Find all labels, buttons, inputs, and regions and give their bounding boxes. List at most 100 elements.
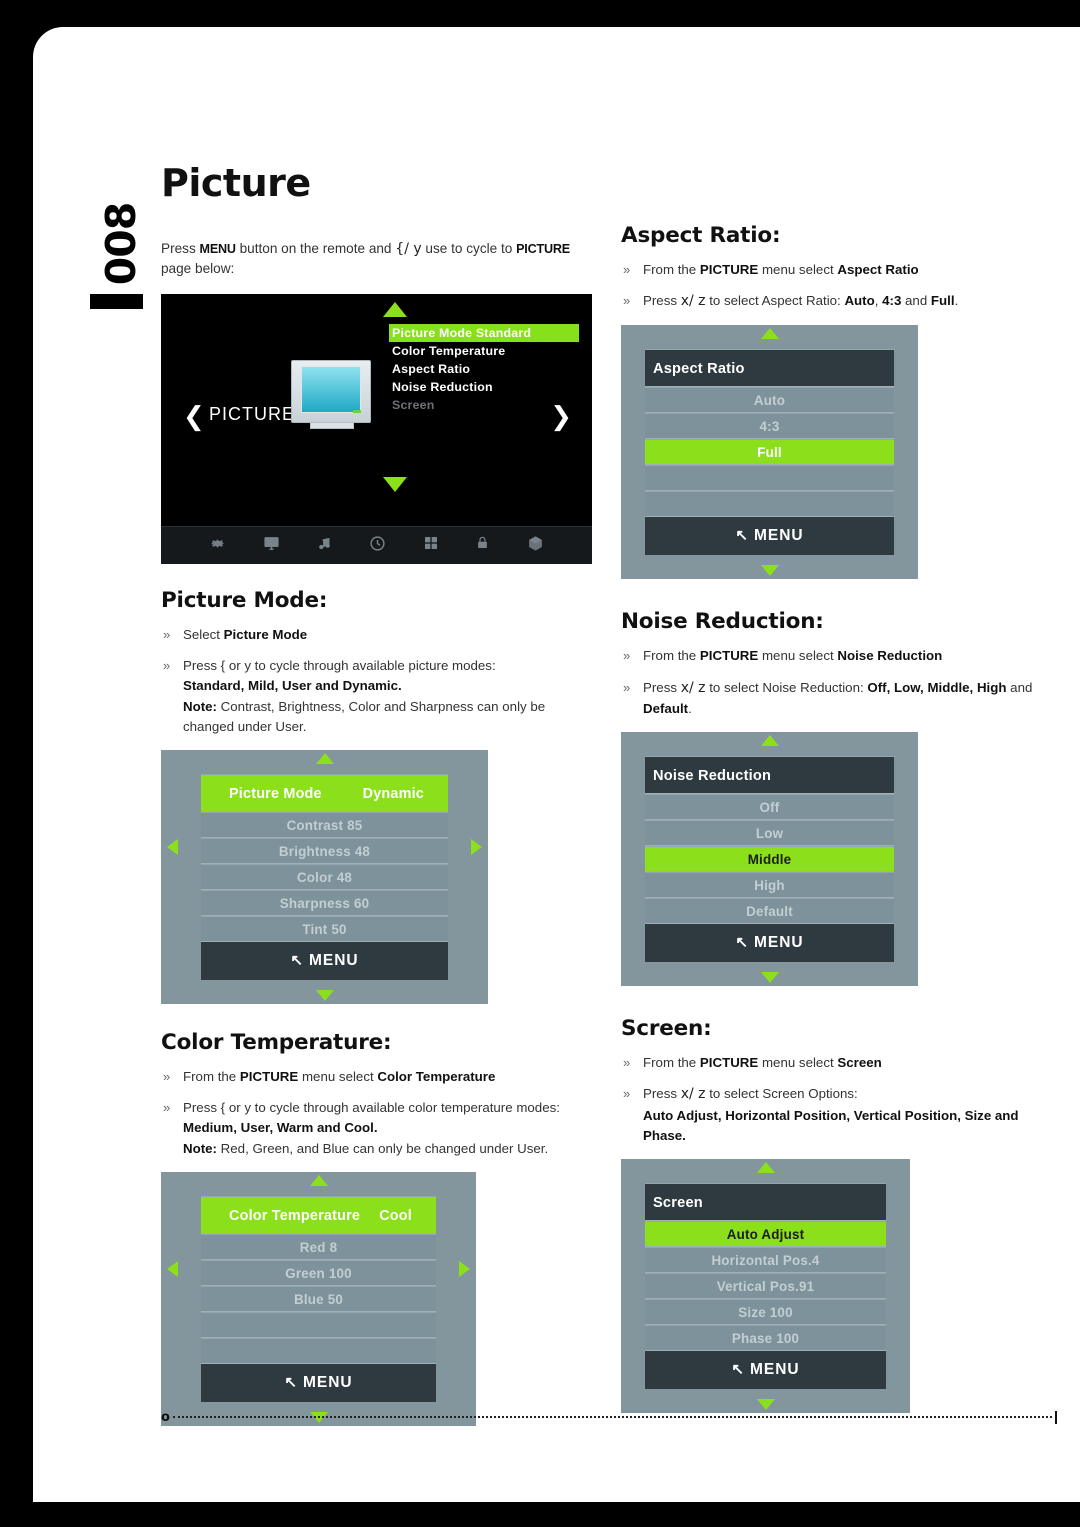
lock-icon[interactable]	[475, 535, 490, 556]
panel-down-arrow-icon	[760, 565, 779, 577]
back-arrow-icon: ↖	[284, 1373, 298, 1391]
panel-menu-button[interactable]: ↖ MENU	[645, 924, 894, 963]
panel-row-tint[interactable]: Tint 50	[201, 916, 448, 943]
panel-row-empty-1	[645, 465, 894, 492]
list-item: From the PICTURE menu select Screen	[621, 1053, 1041, 1073]
intro-menu-key: MENU	[199, 242, 236, 256]
panel-up-arrow-icon	[760, 328, 779, 340]
bullet-bold: Picture Mode	[223, 627, 308, 642]
footer-start-mark: o	[161, 1409, 170, 1425]
intro-mid2: use to cycle to	[421, 241, 517, 256]
intro-mid: button on the remote and	[235, 241, 396, 256]
footer-dotted-line	[172, 1416, 1052, 1418]
section-aspect-ratio: Aspect Ratio: From the PICTURE menu sele…	[621, 223, 1041, 580]
osd-item-noise-reduction[interactable]: Noise Reduction	[389, 378, 579, 396]
panel-row-color[interactable]: Color 48	[201, 864, 448, 891]
panel-row-default[interactable]: Default	[645, 898, 894, 925]
panel-row-red[interactable]: Red 8	[201, 1233, 436, 1260]
panel-menu-button[interactable]: ↖ MENU	[201, 1363, 436, 1402]
aspect-ratio-heading: Aspect Ratio:	[621, 223, 781, 248]
panel-row-full[interactable]: Full	[645, 439, 894, 466]
tv-led-icon	[353, 410, 361, 413]
screen-osd-panel: Screen Auto Adjust Horizontal Pos.4 Vert…	[621, 1159, 910, 1414]
note-label: Note:	[183, 698, 217, 714]
color-temperature-osd-panel: Color Temperature Cool Red 8 Green 100 B…	[161, 1171, 476, 1426]
panel-menu-button[interactable]: ↖ MENU	[645, 1351, 886, 1390]
footer-end-mark	[1055, 1410, 1057, 1424]
box-icon[interactable]	[527, 535, 544, 557]
panel-row-off[interactable]: Off	[645, 794, 894, 821]
panel-row-high[interactable]: High	[645, 872, 894, 899]
panel-up-arrow-icon	[756, 1162, 775, 1174]
list-item: From the PICTURE menu select Aspect Rati…	[621, 260, 1041, 280]
osd-item-screen[interactable]: Screen	[389, 396, 579, 414]
panel-rows: Color Temperature Cool Red 8 Green 100 B…	[201, 1195, 436, 1402]
panel-title-row[interactable]: Picture Mode Dynamic	[201, 774, 448, 813]
list-item: From the PICTURE menu select Color Tempe…	[161, 1067, 593, 1087]
panel-menu-label: MENU	[753, 934, 804, 952]
panel-row-size[interactable]: Size 100	[645, 1299, 886, 1326]
panel-row-horizontal-pos[interactable]: Horizontal Pos.4	[645, 1247, 886, 1274]
screen-bullets: From the PICTURE menu select Screen Pres…	[621, 1053, 1041, 1146]
osd-prev-chevron-icon[interactable]: ❮	[183, 402, 205, 432]
panel-row-sharpness[interactable]: Sharpness 60	[201, 890, 448, 917]
panel-up-arrow-icon	[309, 1174, 328, 1186]
panel-rows: Aspect Ratio Auto 4:3 Full ↖ MENU	[645, 349, 894, 556]
panel-row-4-3[interactable]: 4:3	[645, 413, 894, 440]
panel-title-row[interactable]: Color Temperature Cool	[201, 1195, 436, 1234]
panel-header-row: Screen	[645, 1183, 886, 1222]
panel-title-label: Color Temperature	[229, 1207, 361, 1224]
panel-row-contrast[interactable]: Contrast 85	[201, 812, 448, 839]
noise-reduction-heading: Noise Reduction:	[621, 609, 824, 635]
list-item: Select Picture Mode	[161, 625, 593, 645]
panel-row-vertical-pos[interactable]: Vertical Pos.91	[645, 1273, 886, 1300]
left-column: Picture Press MENU button on the remote …	[161, 161, 593, 1426]
osd-category-label: PICTURE	[209, 404, 296, 424]
bullet-text: Press { or y to cycle through available …	[183, 1100, 560, 1116]
aspect-ratio-bullets: From the PICTURE menu select Aspect Rati…	[621, 260, 1041, 312]
color-temperature-heading: Color Temperature:	[161, 1030, 392, 1056]
music-note-icon[interactable]	[316, 535, 333, 557]
bullet-modes: Standard, Mild, User and Dynamic.	[183, 678, 402, 694]
section-picture-mode: Picture Mode: Select Picture Mode Press …	[161, 588, 593, 1005]
monitor-icon[interactable]	[263, 535, 280, 557]
panel-row-brightness[interactable]: Brightness 48	[201, 838, 448, 865]
panel-row-low[interactable]: Low	[645, 820, 894, 847]
panel-row-empty-1	[201, 1311, 436, 1338]
tv-screen-area	[301, 366, 361, 413]
osd-item-aspect-ratio[interactable]: Aspect Ratio	[389, 360, 579, 378]
panel-row-auto[interactable]: Auto	[645, 387, 894, 414]
bullet-text: Select	[183, 627, 224, 642]
panel-menu-label: MENU	[308, 952, 359, 970]
back-arrow-icon: ↖	[735, 934, 749, 952]
intro-pre: Press	[161, 241, 200, 256]
footer-rule: o	[161, 1409, 1057, 1425]
list-item: From the PICTURE menu select Noise Reduc…	[621, 646, 1041, 666]
picture-mode-osd-panel: Picture Mode Dynamic Contrast 85 Brightn…	[161, 750, 488, 1005]
list-item: Press x/ z to select Noise Reduction: Of…	[621, 678, 1041, 719]
panel-row-blue[interactable]: Blue 50	[201, 1285, 436, 1312]
osd-item-color-temperature[interactable]: Color Temperature	[389, 342, 579, 360]
panel-menu-button[interactable]: ↖ MENU	[645, 517, 894, 556]
intro-picture-key: PICTURE	[516, 242, 570, 256]
section-screen: Screen: From the PICTURE menu select Scr…	[621, 1016, 1041, 1414]
panel-row-middle[interactable]: Middle	[645, 846, 894, 873]
osd-down-arrow-icon	[383, 477, 407, 492]
panel-menu-button[interactable]: ↖ MENU	[201, 942, 448, 981]
panel-row-phase[interactable]: Phase 100	[645, 1325, 886, 1352]
panel-row-green[interactable]: Green 100	[201, 1259, 436, 1286]
list-item: Press { or y to cycle through available …	[161, 656, 593, 737]
panel-row-auto-adjust[interactable]: Auto Adjust	[645, 1221, 886, 1248]
picture-mode-bullets: Select Picture Mode Press { or y to cycl…	[161, 625, 593, 737]
list-item: Press x/ z to select Aspect Ratio: Auto,…	[621, 291, 1041, 312]
noise-reduction-bullets: From the PICTURE menu select Noise Reduc…	[621, 646, 1041, 719]
osd-item-picture-mode[interactable]: Picture Mode Standard	[389, 324, 579, 342]
page-number-tab: 008	[88, 172, 158, 322]
panel-menu-label: MENU	[753, 527, 804, 545]
panel-up-arrow-icon	[760, 735, 779, 747]
panel-rows: Picture Mode Dynamic Contrast 85 Brightn…	[201, 774, 448, 981]
clock-icon[interactable]	[369, 535, 386, 557]
grid-icon[interactable]	[423, 535, 439, 556]
back-arrow-icon: ↖	[731, 1361, 745, 1379]
gear-icon[interactable]	[209, 535, 226, 557]
